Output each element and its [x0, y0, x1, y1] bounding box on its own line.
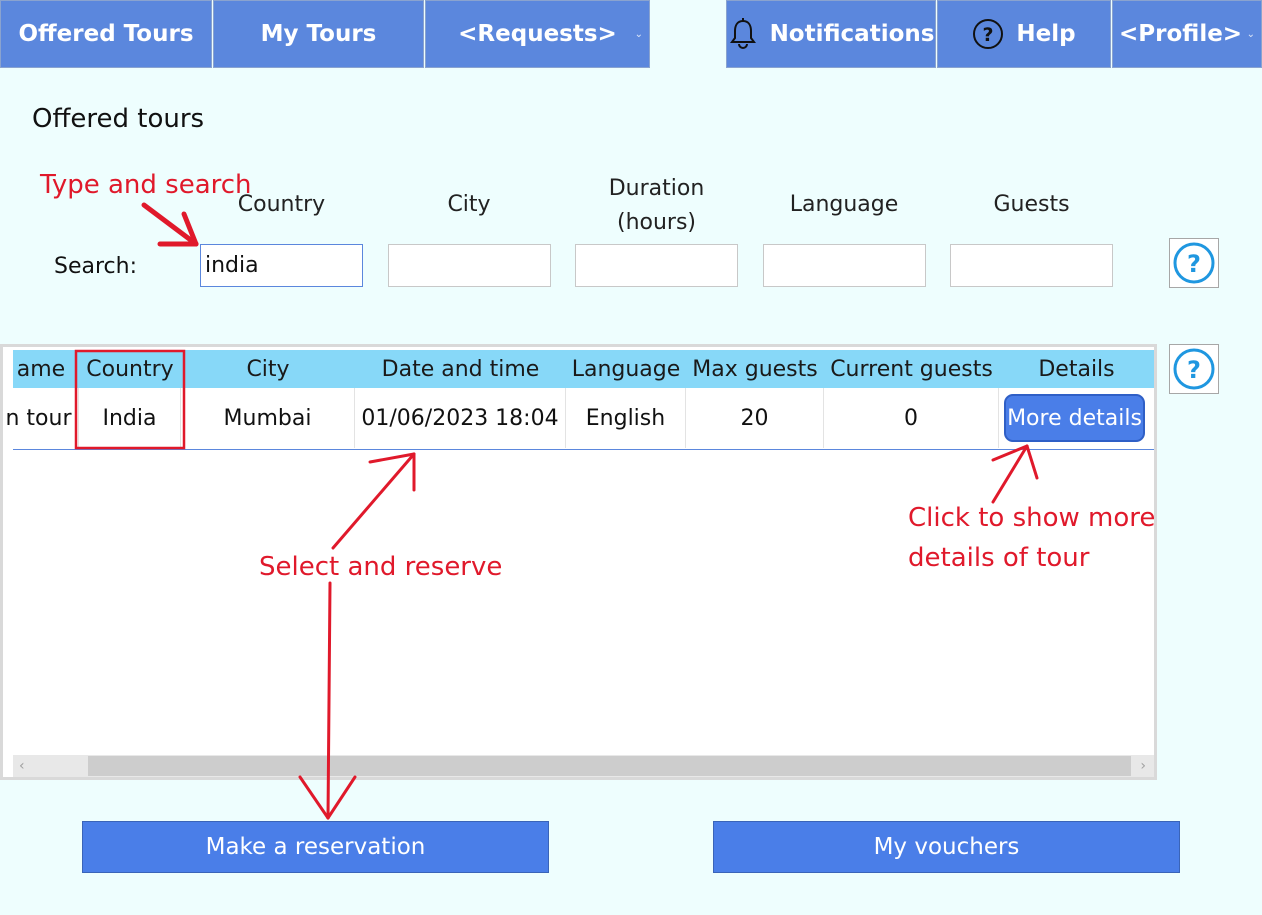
question-circle-icon: ?: [972, 18, 1004, 50]
arrow-to-search-input: [141, 202, 199, 247]
header-language[interactable]: Language: [566, 350, 686, 388]
svg-text:?: ?: [1187, 250, 1201, 278]
search-label-duration-line2: (hours): [616, 210, 697, 235]
cell-max-guests[interactable]: 20: [686, 388, 824, 448]
nav-help-label: Help: [1016, 21, 1076, 47]
bell-icon: [728, 17, 758, 51]
nav-requests-dropdown[interactable]: <Requests> ⌄: [425, 0, 650, 68]
search-city-input[interactable]: [388, 244, 551, 287]
scrollbar-thumb[interactable]: [88, 756, 1131, 776]
nav-offered-tours[interactable]: Offered Tours: [0, 0, 212, 68]
table-help-button[interactable]: ?: [1169, 344, 1219, 394]
header-city[interactable]: City: [181, 350, 355, 388]
search-label-duration-line1: Duration: [608, 176, 705, 201]
my-vouchers-button[interactable]: My vouchers: [713, 821, 1180, 873]
search-help-button[interactable]: ?: [1169, 238, 1219, 288]
question-circle-icon: ?: [1172, 241, 1216, 285]
chevron-down-icon: ⌄: [1246, 29, 1255, 40]
cell-name[interactable]: n tour: [3, 388, 79, 448]
nav-profile-label: <Profile>: [1119, 21, 1243, 47]
search-label-duration: Duration (hours): [575, 172, 738, 240]
search-label-guests: Guests: [993, 192, 1070, 217]
nav-offered-tours-label: Offered Tours: [18, 21, 194, 47]
page-title: Offered tours: [32, 104, 205, 134]
cell-datetime[interactable]: 01/06/2023 18:04: [355, 388, 566, 448]
nav-help[interactable]: ? Help: [937, 0, 1111, 68]
header-details[interactable]: Details: [999, 350, 1154, 388]
search-label-city: City: [447, 192, 491, 217]
search-label: Search:: [54, 254, 137, 279]
annotation-type-and-search: Type and search: [40, 170, 252, 200]
nav-notifications-label: Notifications: [769, 21, 935, 47]
header-name[interactable]: ame: [3, 350, 79, 388]
nav-my-tours-label: My Tours: [260, 21, 377, 47]
header-country[interactable]: Country: [79, 350, 181, 388]
cell-language[interactable]: English: [566, 388, 686, 448]
header-datetime[interactable]: Date and time: [355, 350, 566, 388]
search-label-language: Language: [789, 192, 899, 217]
cell-current-guests[interactable]: 0: [824, 388, 999, 448]
annotation-select-and-reserve: Select and reserve: [259, 552, 503, 582]
svg-text:?: ?: [1187, 356, 1201, 384]
table-header: ame Country City Date and time Language …: [13, 350, 1154, 388]
search-country-input[interactable]: [200, 244, 363, 287]
search-duration-input[interactable]: [575, 244, 738, 287]
annotation-click-line2: details of tour: [908, 543, 1090, 573]
horizontal-scrollbar[interactable]: ‹ ›: [13, 755, 1154, 777]
make-reservation-button[interactable]: Make a reservation: [82, 821, 549, 873]
cell-city[interactable]: Mumbai: [181, 388, 355, 448]
scroll-right-icon[interactable]: ›: [1140, 755, 1146, 777]
chevron-down-icon: ⌄: [634, 29, 643, 40]
cell-country[interactable]: India: [79, 388, 181, 448]
nav-notifications[interactable]: Notifications: [726, 0, 936, 68]
search-language-input[interactable]: [763, 244, 926, 287]
annotation-click-more-details: Click to show more details of tour: [908, 498, 1155, 578]
table-row[interactable]: n tour India Mumbai 01/06/2023 18:04 Eng…: [5, 388, 1154, 450]
question-circle-icon: ?: [1172, 347, 1216, 391]
more-details-button[interactable]: More details: [1004, 394, 1145, 442]
nav-profile-dropdown[interactable]: <Profile> ⌄: [1112, 0, 1262, 68]
annotation-click-line1: Click to show more: [908, 503, 1156, 533]
nav-my-tours[interactable]: My Tours: [213, 0, 424, 68]
scroll-left-icon[interactable]: ‹: [19, 755, 25, 777]
header-current-guests[interactable]: Current guests: [824, 350, 999, 388]
search-guests-input[interactable]: [950, 244, 1113, 287]
svg-text:?: ?: [983, 24, 994, 46]
nav-requests-label: <Requests>: [458, 21, 617, 47]
header-max-guests[interactable]: Max guests: [686, 350, 824, 388]
